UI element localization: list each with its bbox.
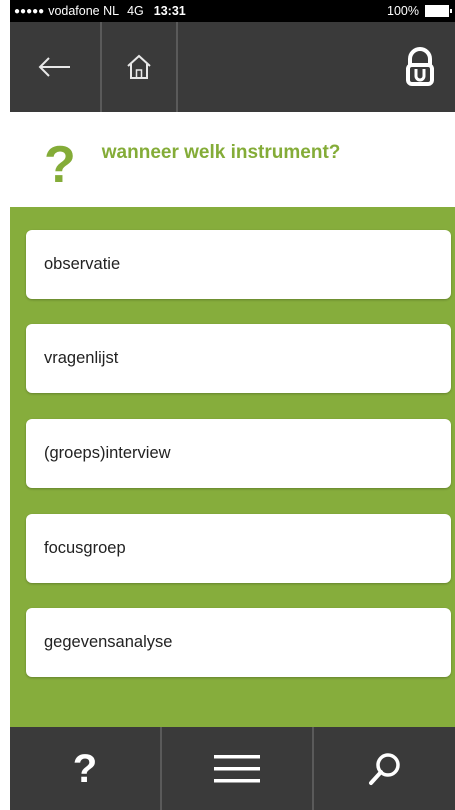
list-item-label: gegevensanalyse — [44, 633, 173, 651]
home-icon — [127, 54, 151, 79]
network-type: 4G — [127, 4, 144, 18]
menu-button[interactable] — [162, 727, 314, 810]
list-item-gegevensanalyse[interactable]: gegevensanalyse — [26, 608, 451, 677]
list-item-groepsinterview[interactable]: (groeps)interview — [26, 419, 451, 488]
logo-button[interactable] — [385, 22, 455, 112]
back-button[interactable] — [10, 22, 102, 112]
question-mark-icon: ? — [44, 135, 76, 194]
list-item-label: observatie — [44, 255, 121, 273]
battery-percentage: 100% — [387, 4, 419, 18]
arrow-left-icon — [38, 57, 70, 77]
search-icon — [368, 752, 400, 785]
clock: 13:31 — [153, 4, 186, 18]
search-button[interactable] — [314, 727, 455, 810]
list-item-observatie[interactable]: observatie — [26, 230, 451, 299]
bottom-tab-bar: ? — [10, 727, 455, 810]
page-title: wanneer welk instrument? — [101, 141, 341, 163]
app-screen: ●●●●● vodafone NL 4G 13:31 100% ? wannee… — [10, 0, 455, 810]
signal-strength: ●●●●● — [14, 5, 45, 17]
battery-icon — [425, 5, 452, 17]
list-item-vragenlijst[interactable]: vragenlijst — [26, 324, 451, 393]
home-button[interactable] — [102, 22, 178, 112]
lock-logo-icon — [406, 47, 434, 86]
list-item-focusgroep[interactable]: focusgroep — [26, 514, 451, 583]
status-bar: ●●●●● vodafone NL 4G 13:31 100% — [10, 0, 455, 22]
carrier-name: vodafone NL — [48, 4, 120, 18]
hamburger-menu-icon — [214, 754, 260, 782]
top-nav-bar — [10, 22, 455, 112]
page-heading: ? wanneer welk instrument? — [10, 112, 455, 207]
list-item-label: vragenlijst — [44, 349, 119, 367]
list-item-label: (groeps)interview — [44, 444, 171, 462]
help-button[interactable]: ? — [10, 727, 162, 810]
help-icon: ? — [72, 746, 98, 791]
list-item-label: focusgroep — [44, 539, 126, 557]
instrument-list: observatie vragenlijst (groeps)interview… — [10, 207, 455, 727]
